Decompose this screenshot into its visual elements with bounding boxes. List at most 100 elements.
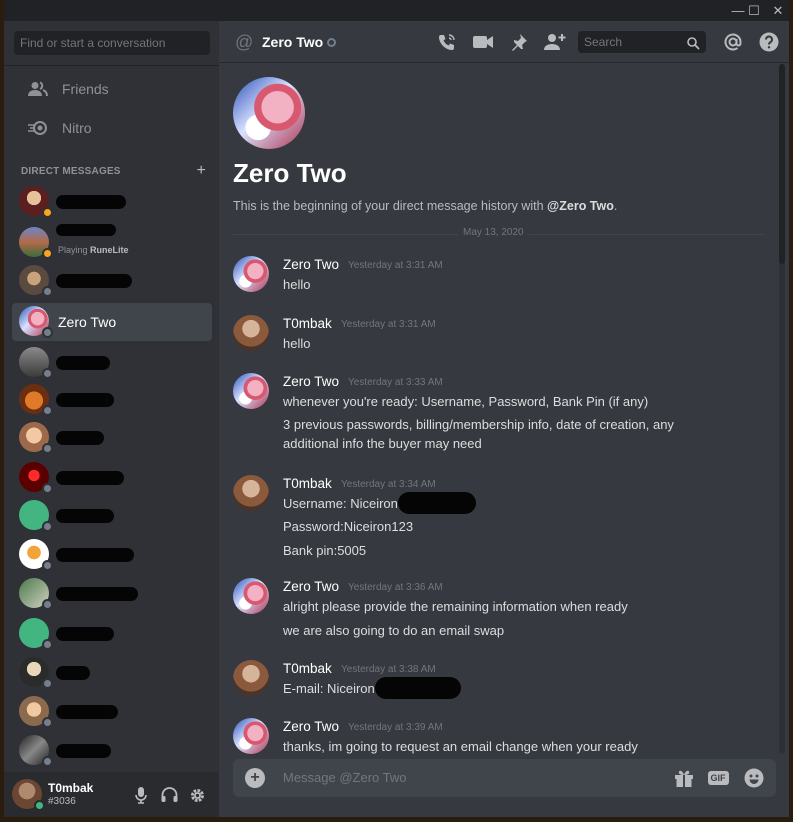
dm-item[interactable]: [12, 536, 212, 574]
message[interactable]: T0mbak Yesterday at 3:31 AM hello: [233, 315, 763, 356]
dm-item[interactable]: [12, 183, 212, 221]
dm-item[interactable]: [12, 419, 212, 457]
headphones-icon[interactable]: [159, 785, 179, 805]
search-input[interactable]: Search: [578, 31, 706, 53]
avatar[interactable]: [233, 660, 269, 696]
help-icon[interactable]: [758, 31, 780, 53]
scrollbar-thumb[interactable]: [779, 64, 785, 264]
activity-prefix: Playing: [58, 245, 88, 255]
redacted-name: [56, 274, 132, 288]
message-author[interactable]: Zero Two: [283, 579, 339, 594]
discord-window: — ☐ ✕ Find or start a conversation Frien…: [4, 0, 789, 817]
message-scroller[interactable]: Zero Two This is the beginning of your d…: [219, 64, 789, 754]
find-conversation-input[interactable]: Find or start a conversation: [14, 31, 210, 55]
settings-gear-icon[interactable]: [187, 785, 207, 805]
intro-title: Zero Two: [233, 158, 347, 188]
status-idle-icon: [42, 248, 53, 259]
redacted-name: [56, 548, 134, 562]
message[interactable]: Zero Two Yesterday at 3:31 AM hello: [233, 256, 763, 297]
message-author[interactable]: Zero Two: [283, 719, 339, 734]
message-text: E-mail: Niceiron: [283, 677, 713, 700]
message-line: alright please provide the remaining inf…: [283, 599, 628, 614]
dm-item[interactable]: Zero Two: [12, 303, 212, 341]
dm-item[interactable]: [12, 575, 212, 613]
attach-plus-icon[interactable]: +: [245, 768, 265, 788]
message-line: E-mail: Niceiron: [283, 681, 375, 696]
message[interactable]: Zero Two Yesterday at 3:33 AM whenever you…: [233, 373, 763, 456]
message-author[interactable]: T0mbak: [283, 316, 332, 331]
message-author[interactable]: Zero Two: [283, 257, 339, 272]
direct-messages-label: DIRECT MESSAGES: [21, 166, 121, 177]
status-offline-icon: [42, 286, 53, 297]
scrollbar[interactable]: [779, 64, 785, 754]
divider: [4, 65, 219, 66]
redacted-name: [56, 744, 111, 758]
message-author[interactable]: T0mbak: [283, 661, 332, 676]
status-offline-icon: [42, 717, 53, 728]
dm-item[interactable]: [12, 344, 212, 382]
close-icon[interactable]: ✕: [766, 0, 789, 21]
dm-item[interactable]: [12, 381, 212, 419]
message-composer[interactable]: + Message @Zero Two GIF: [233, 759, 776, 797]
message-timestamp: Yesterday at 3:38 AM: [341, 664, 436, 675]
dm-item[interactable]: [12, 615, 212, 653]
dm-item[interactable]: [12, 262, 212, 300]
nav-nitro-label: Nitro: [62, 120, 92, 136]
redacted-text: [374, 677, 461, 700]
message-text: Bank pin:5005: [283, 541, 713, 560]
message-timestamp: Yesterday at 3:39 AM: [348, 722, 443, 733]
nav-friends[interactable]: Friends: [12, 70, 212, 108]
chat-header: @ Zero Two Search: [219, 21, 789, 63]
avatar[interactable]: [233, 718, 269, 754]
nav-nitro[interactable]: Nitro: [12, 109, 212, 147]
status-offline-icon: [42, 678, 53, 689]
status-offline-icon: [42, 443, 53, 454]
date-divider: May 13, 2020: [233, 227, 765, 238]
avatar[interactable]: [233, 475, 269, 511]
dm-item[interactable]: [12, 732, 212, 770]
plus-icon[interactable]: +: [196, 162, 206, 180]
video-icon[interactable]: [472, 31, 494, 53]
message-input[interactable]: Message @Zero Two: [283, 770, 407, 785]
dm-item[interactable]: [12, 497, 212, 535]
redacted-name: [56, 195, 126, 209]
dm-item[interactable]: Playing RuneLite: [12, 224, 212, 262]
message-line: Password:Niceiron123: [283, 519, 414, 534]
mention-icon[interactable]: [722, 31, 744, 53]
avatar[interactable]: [233, 315, 269, 351]
avatar[interactable]: [233, 256, 269, 292]
status-offline-icon: [42, 639, 53, 650]
dm-item[interactable]: [12, 459, 212, 497]
message-author[interactable]: T0mbak: [283, 476, 332, 491]
nav-friends-label: Friends: [62, 81, 109, 97]
add-friend-icon[interactable]: [544, 31, 566, 53]
message[interactable]: Zero Two Yesterday at 3:36 AM alright plea…: [233, 578, 763, 643]
message[interactable]: Zero Two Yesterday at 3:39 AM thanks, im g…: [233, 718, 763, 754]
gif-icon[interactable]: GIF: [707, 768, 729, 788]
message[interactable]: T0mbak Yesterday at 3:38 AM E-mail: Niceir…: [233, 660, 763, 701]
microphone-icon[interactable]: [131, 785, 151, 805]
dm-name: Zero Two: [58, 314, 117, 330]
message-author[interactable]: Zero Two: [283, 374, 339, 389]
pin-icon[interactable]: [508, 31, 530, 53]
status-offline-icon: [327, 38, 336, 47]
intro-mention[interactable]: @Zero Two: [547, 199, 614, 213]
message-text: hello: [283, 334, 713, 353]
dm-item[interactable]: [12, 654, 212, 692]
message-text: thanks, im going to request an email cha…: [283, 737, 713, 754]
gift-icon[interactable]: [673, 768, 695, 788]
message-timestamp: Yesterday at 3:34 AM: [341, 479, 436, 490]
message[interactable]: T0mbak Yesterday at 3:34 AM Username: Nice…: [233, 475, 763, 563]
activity-game: RuneLite: [90, 245, 129, 255]
search-placeholder: Search: [584, 35, 623, 49]
message-text: hello: [283, 275, 713, 294]
redacted-name: [56, 627, 114, 641]
dm-item[interactable]: [12, 693, 212, 731]
call-icon[interactable]: [436, 31, 458, 53]
intro-desc-end: .: [613, 199, 618, 213]
message-line: hello: [283, 277, 311, 292]
maximize-icon[interactable]: ☐: [742, 0, 766, 21]
avatar[interactable]: [233, 578, 269, 614]
emoji-icon[interactable]: [743, 768, 765, 788]
avatar[interactable]: [233, 373, 269, 409]
